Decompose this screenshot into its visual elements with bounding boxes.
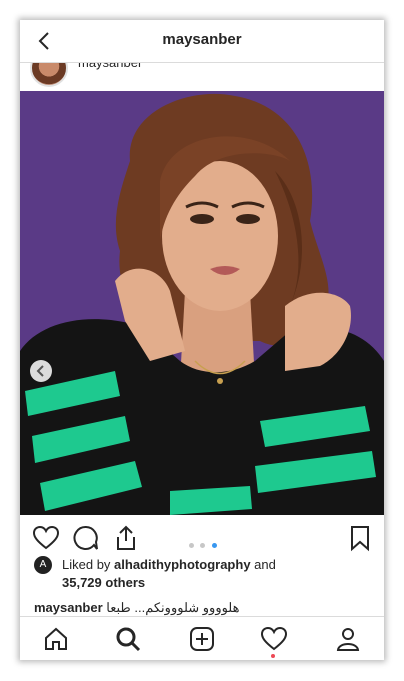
page-title: maysanber [162, 31, 242, 48]
likes-prefix: Liked by [62, 557, 111, 572]
likes-line: Liked by alhadithyphotography and [62, 557, 276, 572]
bookmark-icon[interactable] [346, 524, 374, 552]
liker-avatar[interactable]: A [34, 556, 52, 574]
share-icon[interactable] [112, 524, 140, 552]
likes-count[interactable]: 35,729 others [62, 575, 145, 590]
carousel-dot [200, 543, 206, 548]
add-post-icon[interactable] [188, 625, 216, 653]
top-bar: maysanber [20, 20, 384, 63]
profile-icon[interactable] [334, 625, 362, 653]
bottom-nav [20, 616, 384, 660]
post-caption: maysanber هلوووو شلووونكم... طبعا [34, 600, 239, 616]
user-avatar[interactable] [30, 63, 68, 87]
liker-username[interactable]: alhadithyphotography [114, 557, 251, 572]
phone-frame: maysanber maysanber [20, 20, 384, 660]
like-heart-icon[interactable] [32, 524, 60, 552]
post-username[interactable]: maysanber [78, 63, 142, 70]
post-actions [20, 515, 384, 559]
carousel-previous-icon[interactable] [30, 360, 52, 382]
search-icon[interactable] [114, 625, 142, 653]
home-icon[interactable] [42, 625, 70, 653]
post-user-row: maysanber [20, 63, 384, 91]
caption-username[interactable]: maysanber [34, 600, 103, 615]
likes-connector: and [254, 557, 276, 572]
notification-dot [271, 654, 275, 658]
carousel-dot [189, 543, 194, 548]
caption-text: هلوووو شلووونكم... طبعا [106, 600, 240, 615]
activity-heart-icon[interactable] [260, 625, 288, 653]
carousel-dot-active [211, 543, 217, 548]
likes-count-line: 35,729 others [62, 575, 145, 590]
post-photo[interactable] [20, 91, 384, 515]
carousel-indicator [188, 535, 218, 553]
portrait-illustration [20, 91, 384, 515]
comment-icon[interactable] [72, 524, 100, 552]
